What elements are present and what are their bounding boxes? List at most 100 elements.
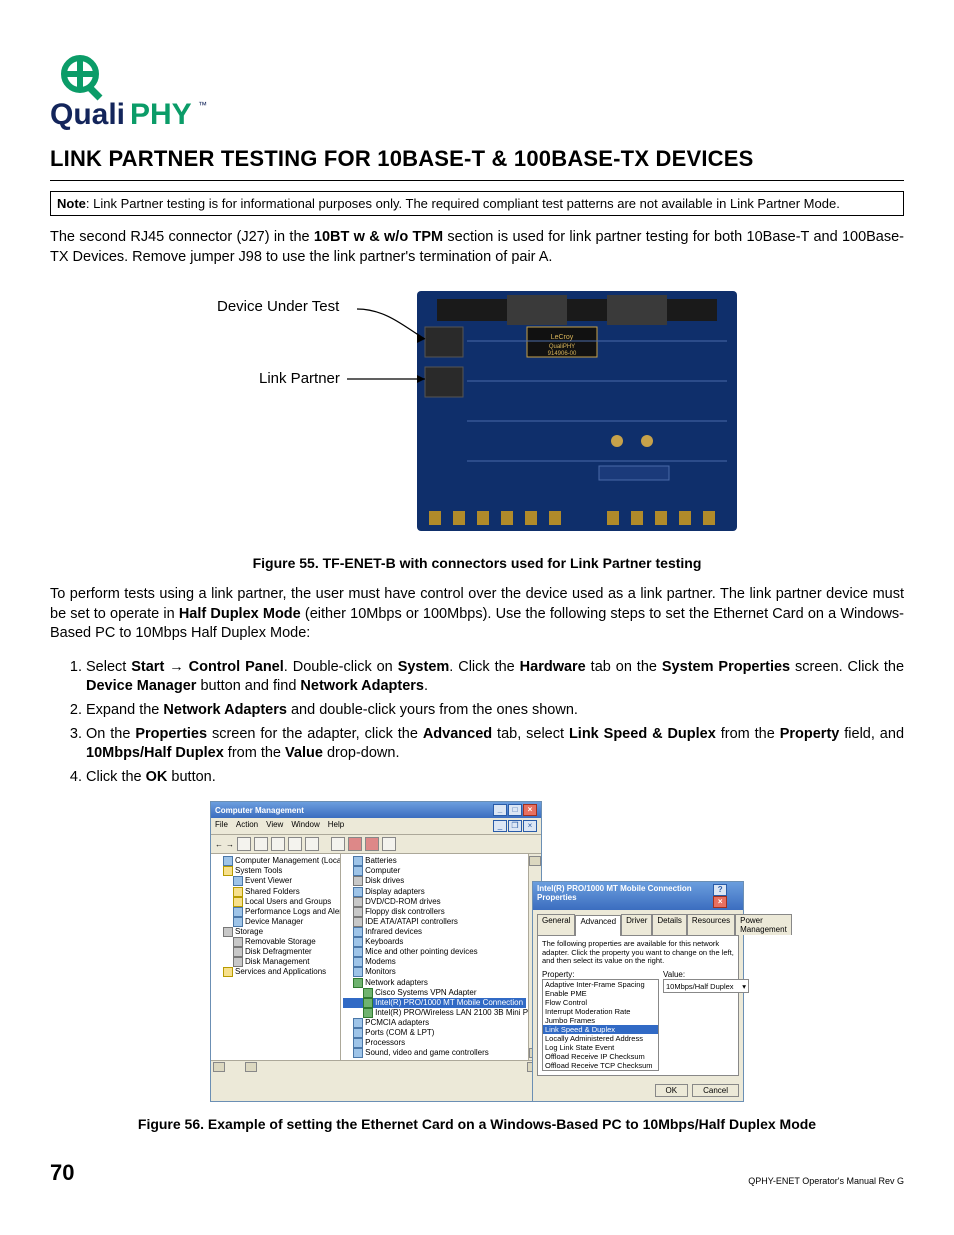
tab-driver[interactable]: Driver (621, 914, 652, 935)
chevron-down-icon: ▾ (742, 982, 746, 991)
prop-item[interactable]: Adaptive Inter-Frame Spacing (543, 980, 658, 989)
tree-storage[interactable]: Storage (213, 927, 338, 937)
tree-system-tools[interactable]: System Tools (213, 866, 338, 876)
tree-event-viewer[interactable]: Event Viewer (213, 876, 338, 886)
svg-text:Link Partner: Link Partner (259, 370, 340, 387)
dev-intel-pro1000[interactable]: Intel(R) PRO/1000 MT Mobile Connection (343, 998, 526, 1008)
prop-item[interactable]: Interrupt Moderation Rate (543, 1007, 658, 1016)
dlg-buttons: OK Cancel (533, 1080, 743, 1101)
adapter-properties-dialog: Intel(R) PRO/1000 MT Mobile Connection P… (532, 881, 744, 1102)
dev-floppy[interactable]: Floppy disk controllers (343, 907, 526, 917)
dev-batteries[interactable]: Batteries (343, 856, 526, 866)
prop-item-selected[interactable]: Link Speed & Duplex (543, 1025, 658, 1034)
dev-infrared[interactable]: Infrared devices (343, 927, 526, 937)
dev-sound[interactable]: Sound, video and game controllers (343, 1048, 526, 1058)
intro-paragraph: The second RJ45 connector (J27) in the 1… (50, 228, 904, 267)
tree-defrag[interactable]: Disk Defragmenter (213, 947, 338, 957)
dev-intel-wireless[interactable]: Intel(R) PRO/Wireless LAN 2100 3B Mini P… (343, 1008, 526, 1018)
dev-pcmcia[interactable]: PCMCIA adapters (343, 1018, 526, 1028)
toolbar-btn-7[interactable] (348, 837, 362, 851)
note-label: Note (57, 196, 86, 211)
dev-dvd[interactable]: DVD/CD-ROM drives (343, 897, 526, 907)
menu-file[interactable]: File (215, 820, 228, 832)
mdi-restore-icon[interactable]: ❐ (508, 820, 522, 832)
maximize-icon[interactable]: □ (508, 804, 522, 816)
toolbar-btn-9[interactable] (382, 837, 396, 851)
tree-diskmgmt[interactable]: Disk Management (213, 957, 338, 967)
tree-perf-logs[interactable]: Performance Logs and Alerts (213, 907, 338, 917)
toolbar-btn-4[interactable] (288, 837, 302, 851)
value-dropdown[interactable]: 10Mbps/Half Duplex▾ (663, 979, 749, 993)
svg-text:Quali: Quali (50, 98, 125, 131)
dev-processors[interactable]: Processors (343, 1038, 526, 1048)
help-icon[interactable]: ? (713, 884, 727, 896)
menu-view[interactable]: View (266, 820, 283, 832)
dev-modems[interactable]: Modems (343, 957, 526, 967)
nav-fwd-icon[interactable]: → (226, 840, 234, 849)
menu-window[interactable]: Window (291, 820, 319, 832)
cancel-button[interactable]: Cancel (692, 1084, 739, 1097)
tree-shared-folders[interactable]: Shared Folders (213, 887, 338, 897)
property-label: Property: (542, 970, 657, 979)
tab-details[interactable]: Details (652, 914, 686, 935)
figure-56: Computer Management _□× File Action View… (50, 801, 904, 1102)
tab-power[interactable]: Power Management (735, 914, 792, 935)
close-icon[interactable]: × (523, 804, 537, 816)
dlg-titlebar: Intel(R) PRO/1000 MT Mobile Connection P… (533, 882, 743, 910)
computer-management-window: Computer Management _□× File Action View… (210, 801, 542, 1102)
minimize-icon[interactable]: _ (493, 804, 507, 816)
cm-hscroll[interactable] (211, 1060, 541, 1073)
cm-left-tree: Computer Management (Local) System Tools… (211, 854, 341, 1060)
qualiphy-logo: Quali PHY ™ (50, 50, 904, 134)
tab-advanced[interactable]: Advanced (575, 915, 621, 936)
tree-device-manager[interactable]: Device Manager (213, 917, 338, 927)
tree-services[interactable]: Services and Applications (213, 967, 338, 977)
nav-back-icon[interactable]: ← (215, 840, 223, 849)
dev-display[interactable]: Display adapters (343, 887, 526, 897)
prop-item[interactable]: Enable PME (543, 989, 658, 998)
ok-button[interactable]: OK (655, 1084, 689, 1097)
mdi-min-icon[interactable]: _ (493, 820, 507, 832)
dev-ports[interactable]: Ports (COM & LPT) (343, 1028, 526, 1038)
tree-users-groups[interactable]: Local Users and Groups (213, 897, 338, 907)
dev-monitors[interactable]: Monitors (343, 967, 526, 977)
dlg-desc: The following properties are available f… (542, 940, 734, 966)
toolbar-btn-2[interactable] (254, 837, 268, 851)
cm-title: Computer Management (215, 806, 304, 815)
prop-item[interactable]: Offload Receive IP Checksum (543, 1052, 658, 1061)
tree-root[interactable]: Computer Management (Local) (213, 856, 338, 866)
toolbar-btn-8[interactable] (365, 837, 379, 851)
toolbar-btn-6[interactable] (331, 837, 345, 851)
prop-item[interactable]: Flow Control (543, 998, 658, 1007)
menu-action[interactable]: Action (236, 820, 258, 832)
cm-right-tree: Batteries Computer Disk drives Display a… (341, 854, 528, 1060)
tab-resources[interactable]: Resources (687, 914, 735, 935)
dev-ide[interactable]: IDE ATA/ATAPI controllers (343, 917, 526, 927)
steps-list: Select Start → Control Panel. Double-cli… (86, 658, 904, 787)
property-listbox[interactable]: Adaptive Inter-Frame Spacing Enable PME … (542, 979, 659, 1071)
dev-diskdrives[interactable]: Disk drives (343, 876, 526, 886)
dev-cisco-vpn[interactable]: Cisco Systems VPN Adapter (343, 988, 526, 998)
mdi-close-icon[interactable]: × (523, 820, 537, 832)
dev-computer[interactable]: Computer (343, 866, 526, 876)
toolbar-btn-5[interactable] (305, 837, 319, 851)
paragraph-2: To perform tests using a link partner, t… (50, 585, 904, 644)
note-text: : Link Partner testing is for informatio… (86, 196, 840, 211)
svg-text:™: ™ (198, 100, 207, 110)
dlg-close-icon[interactable]: × (713, 896, 727, 908)
dev-netadapters[interactable]: Network adapters (343, 978, 526, 988)
prop-item[interactable]: Log Link State Event (543, 1043, 658, 1052)
dlg-tab-body: The following properties are available f… (537, 935, 739, 1076)
menu-help[interactable]: Help (328, 820, 344, 832)
tab-general[interactable]: General (537, 914, 575, 935)
figure-56-caption: Figure 56. Example of setting the Ethern… (50, 1116, 904, 1132)
dev-keyboards[interactable]: Keyboards (343, 937, 526, 947)
toolbar-btn-1[interactable] (237, 837, 251, 851)
toolbar-btn-3[interactable] (271, 837, 285, 851)
prop-item[interactable]: Locally Administered Address (543, 1034, 658, 1043)
dev-mice[interactable]: Mice and other pointing devices (343, 947, 526, 957)
prop-item[interactable]: Offload Transmit IP Checksum (543, 1070, 658, 1071)
tree-removable[interactable]: Removable Storage (213, 937, 338, 947)
prop-item[interactable]: Jumbo Frames (543, 1016, 658, 1025)
prop-item[interactable]: Offload Receive TCP Checksum (543, 1061, 658, 1070)
